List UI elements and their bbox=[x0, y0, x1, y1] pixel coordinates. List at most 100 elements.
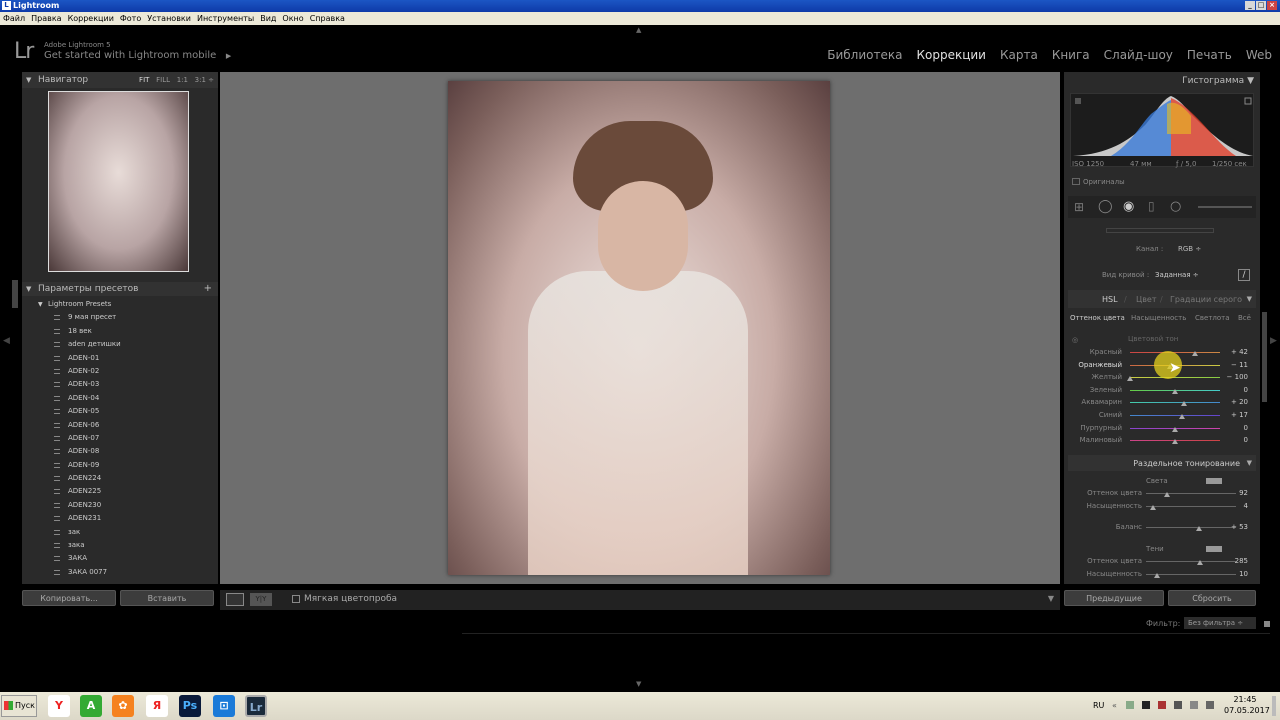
clock-time[interactable]: 21:45 bbox=[1226, 695, 1264, 704]
subtab-hue[interactable]: Оттенок цвета bbox=[1070, 314, 1125, 322]
yandex-browser-icon[interactable]: Y bbox=[48, 695, 70, 717]
main-photo[interactable] bbox=[448, 81, 830, 575]
network-icon[interactable] bbox=[1174, 701, 1182, 709]
hsl-value[interactable]: 0 bbox=[1218, 386, 1248, 394]
left-scrollbar[interactable] bbox=[12, 280, 18, 308]
preset-item[interactable]: зака bbox=[22, 539, 214, 552]
module-1[interactable]: Коррекции bbox=[916, 48, 986, 62]
split-toning-header[interactable]: Раздельное тонирование ▼ bbox=[1068, 455, 1256, 471]
hsl-knob[interactable] bbox=[1172, 426, 1178, 432]
collapse-top-arrow[interactable]: ▲ bbox=[636, 26, 641, 34]
preset-item[interactable]: ADEN-06 bbox=[22, 419, 214, 432]
histogram[interactable] bbox=[1070, 93, 1254, 167]
hsl-knob[interactable] bbox=[1127, 376, 1133, 382]
tab-color[interactable]: Цвет bbox=[1136, 295, 1157, 304]
show-desktop-button[interactable] bbox=[1272, 696, 1276, 716]
maximize-button[interactable]: □ bbox=[1256, 1, 1266, 10]
copy-button[interactable]: Копировать... bbox=[22, 590, 116, 606]
screen-capture-icon[interactable]: ⊡ bbox=[213, 695, 235, 717]
brush-slider[interactable] bbox=[1198, 206, 1252, 208]
hsl-knob[interactable] bbox=[1172, 388, 1178, 394]
menu-item[interactable]: Окно bbox=[282, 14, 303, 23]
hsl-knob[interactable] bbox=[1172, 439, 1178, 445]
redeye-icon[interactable]: ◉ bbox=[1123, 199, 1134, 214]
module-0[interactable]: Библиотека bbox=[827, 48, 902, 62]
left-panel-toggle-icon[interactable]: ◀ bbox=[3, 336, 10, 346]
hsl-knob[interactable] bbox=[1179, 414, 1186, 419]
collapse-icon[interactable]: ▼ bbox=[1247, 295, 1252, 303]
highlights-swatch[interactable] bbox=[1206, 478, 1222, 484]
paste-button[interactable]: Вставить bbox=[120, 590, 214, 606]
menu-item[interactable]: Справка bbox=[310, 14, 345, 23]
volume-icon[interactable] bbox=[1190, 701, 1198, 709]
hsl-track[interactable] bbox=[1130, 402, 1220, 404]
navigator-preview[interactable] bbox=[48, 91, 189, 272]
preset-item[interactable]: ADEN225 bbox=[22, 485, 214, 498]
preset-item[interactable]: ADEN-09 bbox=[22, 459, 214, 472]
curve-view-select[interactable]: Заданная ÷ bbox=[1155, 271, 1199, 279]
collapse-bottom-arrow[interactable]: ▼ bbox=[636, 680, 641, 688]
menu-item[interactable]: Установки bbox=[147, 14, 191, 23]
preset-item[interactable]: ADEN-07 bbox=[22, 432, 214, 445]
preset-item[interactable]: ADEN230 bbox=[22, 499, 214, 512]
hsl-track[interactable] bbox=[1130, 377, 1220, 379]
zoom-fit[interactable]: FIT bbox=[139, 76, 149, 84]
preset-item[interactable]: ADEN-02 bbox=[22, 365, 214, 378]
hsl-value[interactable]: + 17 bbox=[1218, 411, 1248, 419]
tray-arrow-icon[interactable]: « bbox=[1112, 701, 1117, 710]
shadows-hue-knob[interactable] bbox=[1197, 560, 1203, 565]
tray-icon-2[interactable] bbox=[1142, 701, 1150, 709]
ok-icon[interactable]: ✿ bbox=[112, 695, 134, 717]
hsl-track[interactable] bbox=[1130, 415, 1220, 416]
preset-item[interactable]: 18 век bbox=[22, 325, 214, 338]
menu-item[interactable]: Файл bbox=[3, 14, 25, 23]
power-icon[interactable] bbox=[1206, 701, 1214, 709]
presets-header[interactable]: ▼ Параметры пресетов + bbox=[22, 282, 218, 296]
zoom-fill[interactable]: FILL bbox=[156, 76, 170, 84]
subtab-saturation[interactable]: Насыщенность bbox=[1131, 314, 1186, 322]
right-scrollbar[interactable] bbox=[1262, 312, 1267, 402]
menu-item[interactable]: Правка bbox=[31, 14, 61, 23]
spot-removal-icon[interactable]: ◯ bbox=[1098, 199, 1113, 214]
menu-item[interactable]: Вид bbox=[260, 14, 276, 23]
filter-lock-icon[interactable] bbox=[1264, 621, 1270, 627]
menu-item[interactable]: Фото bbox=[120, 14, 141, 23]
hsl-value[interactable]: 0 bbox=[1218, 424, 1248, 432]
preset-item[interactable]: ЗАКА 0077 bbox=[22, 566, 214, 579]
module-2[interactable]: Карта bbox=[1000, 48, 1038, 62]
radial-filter-icon[interactable]: ○ bbox=[1170, 199, 1181, 214]
highlights-hue-knob[interactable] bbox=[1164, 492, 1170, 497]
tray-icon-3[interactable] bbox=[1158, 701, 1166, 709]
zoom-3-1[interactable]: 3:1 bbox=[195, 76, 206, 84]
preset-item[interactable]: ADEN-03 bbox=[22, 378, 214, 391]
preset-item[interactable]: ADEN231 bbox=[22, 512, 214, 525]
preset-item[interactable]: ADEN-08 bbox=[22, 445, 214, 458]
yandex-icon[interactable]: Я bbox=[146, 695, 168, 717]
preset-item[interactable]: ADEN224 bbox=[22, 472, 214, 485]
preset-item[interactable]: ADEN-05 bbox=[22, 405, 214, 418]
add-preset-icon[interactable]: + bbox=[204, 282, 212, 296]
softproof-checkbox[interactable] bbox=[292, 595, 300, 603]
crop-icon[interactable]: ⊞ bbox=[1074, 200, 1084, 214]
reset-button[interactable]: Сбросить bbox=[1168, 590, 1256, 606]
subtab-all[interactable]: Всё bbox=[1238, 314, 1251, 322]
language-indicator[interactable]: RU bbox=[1093, 701, 1104, 710]
hsl-value[interactable]: 0 bbox=[1218, 436, 1248, 444]
module-4[interactable]: Слайд-шоу bbox=[1104, 48, 1173, 62]
lightroom-icon[interactable]: Lr bbox=[245, 695, 267, 717]
minimize-button[interactable]: _ bbox=[1245, 1, 1255, 10]
before-after-icon[interactable]: Y|Y bbox=[250, 593, 272, 606]
previous-button[interactable]: Предыдущие bbox=[1064, 590, 1164, 606]
histogram-header[interactable]: Гистограмма ▼ bbox=[1182, 76, 1254, 86]
preset-item[interactable]: ADEN-01 bbox=[22, 352, 214, 365]
module-5[interactable]: Печать bbox=[1187, 48, 1232, 62]
app-a-icon[interactable]: A bbox=[80, 695, 102, 717]
tab-grayscale[interactable]: Градации серого bbox=[1170, 295, 1242, 304]
highlights-sat-knob[interactable] bbox=[1150, 505, 1156, 510]
subtab-luminance[interactable]: Светлота bbox=[1195, 314, 1230, 322]
toolbar-menu-icon[interactable]: ▼ bbox=[1048, 594, 1054, 603]
shadows-swatch[interactable] bbox=[1206, 546, 1222, 552]
shadows-sat-knob[interactable] bbox=[1154, 573, 1160, 578]
mobile-promo[interactable]: Get started with Lightroom mobile ▶ bbox=[44, 50, 231, 61]
hsl-value[interactable]: − 11 bbox=[1218, 361, 1248, 369]
